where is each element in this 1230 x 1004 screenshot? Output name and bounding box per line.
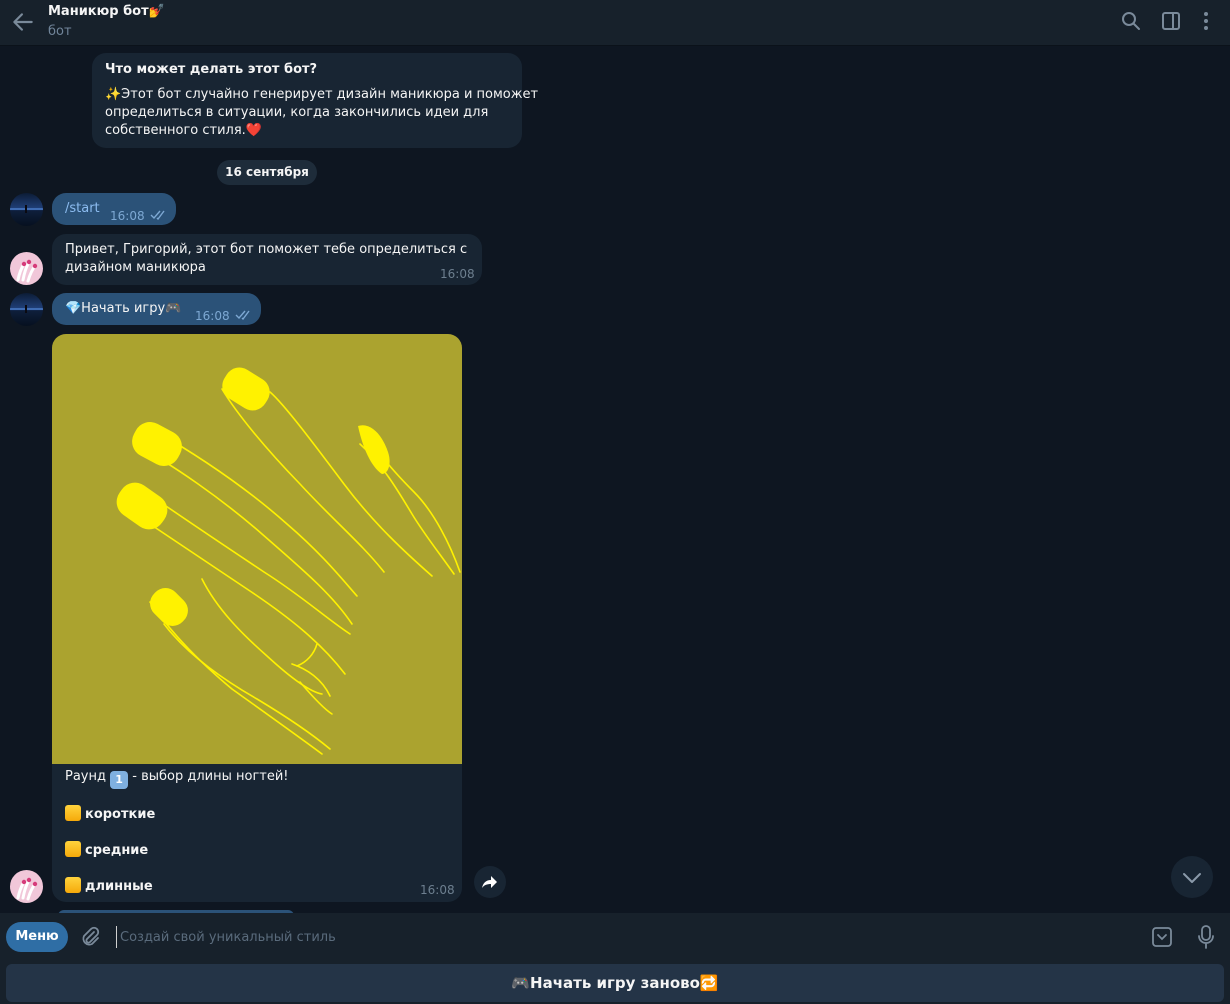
message-list[interactable]: Что может делать этот бот? ✨Этот бот слу… bbox=[0, 47, 1230, 913]
option-label: короткие bbox=[85, 807, 156, 822]
outgoing-message[interactable]: 💎Начать игру🎮 16:08 bbox=[52, 293, 261, 325]
message-time: 16:08 bbox=[440, 267, 475, 281]
round-text: - выбор длины ногтей! bbox=[128, 769, 289, 784]
composer: Меню bbox=[0, 913, 1230, 960]
keyboard-toggle-icon[interactable] bbox=[1150, 925, 1174, 949]
option-label: средние bbox=[85, 843, 149, 858]
yellow-square-icon bbox=[65, 841, 81, 857]
chat-header: Маникюр бот💅 бот bbox=[0, 0, 1230, 46]
microphone-icon[interactable] bbox=[1194, 924, 1218, 950]
sidebar-toggle-icon[interactable] bbox=[1159, 9, 1183, 33]
chat-title[interactable]: Маникюр бот💅 bbox=[48, 4, 165, 19]
command-text[interactable]: /start bbox=[65, 200, 100, 218]
search-icon[interactable] bbox=[1119, 9, 1143, 33]
message-input[interactable] bbox=[116, 926, 1126, 948]
message-text: Привет, Григорий, этот бот поможет тебе … bbox=[65, 242, 468, 257]
user-avatar[interactable] bbox=[10, 293, 43, 326]
bot-info-line: определиться в ситуации, когда закончили… bbox=[105, 105, 489, 120]
outgoing-message[interactable]: /start 16:08 bbox=[52, 193, 176, 225]
message-time: 16:08 bbox=[195, 309, 230, 323]
option-item: средние bbox=[65, 841, 148, 858]
message-time: 16:08 bbox=[110, 209, 145, 223]
reply-keyboard: 🎮Начать игру заново🔁 bbox=[0, 960, 1230, 1004]
yellow-square-icon bbox=[65, 877, 81, 893]
double-check-icon bbox=[235, 310, 250, 320]
photo-caption: Раунд 1 - выбор длины ногтей! короткие с… bbox=[52, 764, 462, 902]
bot-info-line: собственного стиля.❤️ bbox=[105, 123, 262, 138]
scroll-down-button[interactable] bbox=[1171, 856, 1213, 898]
message-text: дизайном маникюра bbox=[65, 260, 206, 275]
option-item: длинные bbox=[65, 877, 153, 894]
bot-avatar[interactable] bbox=[10, 870, 43, 903]
double-check-icon bbox=[150, 210, 165, 220]
message-time: 16:08 bbox=[420, 883, 455, 897]
share-icon bbox=[482, 876, 497, 888]
bot-info-title: Что может делать этот бот? bbox=[105, 62, 318, 77]
round-title: Раунд 1 - выбор длины ногтей! bbox=[65, 769, 289, 789]
message-text: 💎Начать игру🎮 bbox=[65, 301, 182, 316]
menu-button[interactable]: Меню bbox=[6, 922, 68, 952]
attach-icon[interactable] bbox=[78, 925, 102, 949]
user-avatar[interactable] bbox=[10, 193, 43, 226]
manicure-image[interactable] bbox=[52, 334, 462, 764]
bot-info-card: Что может делать этот бот? ✨Этот бот слу… bbox=[92, 53, 538, 148]
option-label: длинные bbox=[85, 879, 153, 894]
restart-game-button[interactable]: 🎮Начать игру заново🔁 bbox=[6, 964, 1224, 1002]
keycap-number: 1 bbox=[110, 771, 129, 789]
incoming-message: Привет, Григорий, этот бот поможет тебе … bbox=[52, 234, 482, 285]
scroll-down-icon bbox=[1183, 873, 1201, 883]
back-arrow-icon[interactable] bbox=[10, 9, 36, 35]
yellow-square-icon bbox=[65, 805, 81, 821]
share-button[interactable] bbox=[474, 866, 506, 898]
bot-avatar[interactable] bbox=[10, 252, 43, 285]
chat-subtitle: бот bbox=[48, 24, 72, 39]
more-vertical-icon[interactable] bbox=[1194, 9, 1218, 33]
round-text: Раунд bbox=[65, 769, 111, 784]
bot-info-line: ✨Этот бот случайно генерирует дизайн ман… bbox=[105, 87, 539, 102]
option-item: короткие bbox=[65, 805, 155, 822]
hand-illustration bbox=[116, 367, 461, 755]
date-separator: 16 сентября bbox=[217, 160, 317, 185]
